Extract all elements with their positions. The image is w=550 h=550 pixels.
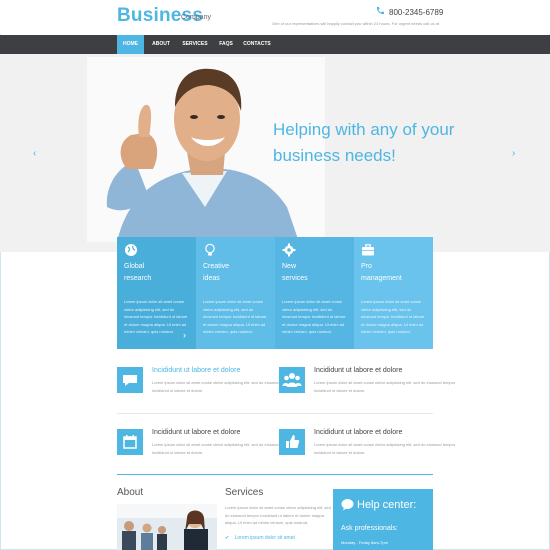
- feature-title-line2: ideas: [203, 275, 220, 282]
- feature-text: Lorem ipsum dolor sit amet conse ctetur …: [203, 299, 267, 335]
- help-center-box[interactable]: Help center: Ask professionals: Monday -…: [333, 489, 433, 550]
- globe-icon: [125, 244, 137, 256]
- chevron-left-icon[interactable]: ‹: [33, 148, 36, 159]
- phone-number: 800-2345-6789: [389, 8, 444, 17]
- logo-subtitle: Company: [181, 14, 211, 21]
- feature-text: Lorem ipsum dolor sit amet conse ctetur …: [282, 299, 346, 335]
- feature-box-pro-management[interactable]: Pro management Lorem ipsum dolor sit amet…: [354, 237, 433, 349]
- services-link[interactable]: ✔ Lorem ipsum dolor sit amet: [225, 535, 295, 541]
- briefcase-icon: [362, 244, 374, 256]
- help-center-hours: Monday - Friday 8am-7pm: [341, 540, 388, 545]
- feature-title: Pro management: [361, 261, 402, 285]
- feature-title: Global research: [124, 261, 151, 285]
- nav-item-contacts[interactable]: CONTACTS: [240, 35, 274, 54]
- feature-title-line1: Creative: [203, 263, 230, 270]
- feature-title: New services: [282, 261, 308, 285]
- info-item-text: Lorem ipsum dolor sit amet conse ctetur …: [314, 380, 456, 393]
- about-heading: About: [117, 487, 144, 498]
- main-nav: HOME ABOUT SERVICES FAQS CONTACTS: [0, 35, 550, 54]
- chevron-right-icon[interactable]: ›: [183, 330, 186, 340]
- thumbs-up-icon: [279, 429, 305, 455]
- services-link-label: Lorem ipsum dolor sit amet: [234, 535, 295, 541]
- feature-text: Lorem ipsum dolor sit amet conse ctetur …: [361, 299, 425, 335]
- hero-title-line1: Helping with any of your: [273, 120, 455, 139]
- info-item-title[interactable]: Incididunt ut labore et dolore: [314, 367, 402, 374]
- section-divider: [117, 474, 433, 475]
- chevron-right-icon[interactable]: ›: [512, 148, 515, 159]
- nav-item-about[interactable]: ABOUT: [146, 35, 176, 54]
- info-item-title[interactable]: Incididunt ut labore et dolore: [152, 367, 240, 374]
- calendar-icon: [117, 429, 143, 455]
- feature-box-creative-ideas[interactable]: Creative ideas Lorem ipsum dolor sit amet…: [196, 237, 275, 349]
- services-heading: Services: [225, 487, 264, 498]
- feature-text: Lorem ipsum dolor sit amet conse ctetur …: [124, 299, 188, 335]
- users-icon: [279, 367, 305, 393]
- info-item-text: Lorem ipsum dolor sit amet conse ctetur …: [314, 442, 456, 455]
- lightbulb-icon: [205, 243, 215, 256]
- divider: [117, 413, 433, 414]
- hero-title: Helping with any of your business needs!: [273, 117, 463, 169]
- feature-title-line1: Global: [124, 263, 145, 270]
- feature-title-line2: research: [124, 275, 152, 282]
- help-center-subtitle: Ask professionals:: [341, 525, 398, 532]
- gear-icon: [282, 243, 296, 257]
- check-icon: ✔: [225, 535, 230, 541]
- feature-title-line2: management: [361, 275, 402, 282]
- feature-box-new-services[interactable]: New services Lorem ipsum dolor sit amet c…: [275, 237, 354, 349]
- phone-icon: [376, 7, 384, 15]
- services-text: Lorem ipsum dolor sit amet conse ctetur …: [225, 505, 331, 525]
- info-item-title[interactable]: Incididunt ut labore et dolore: [314, 429, 402, 436]
- hero-slider: Helping with any of your business needs!…: [0, 54, 550, 252]
- feature-box-global-research[interactable]: Global research Lorem ipsum dolor sit ame…: [117, 237, 196, 349]
- info-item-title[interactable]: Incididunt ut labore et dolore: [152, 429, 240, 436]
- about-image: [117, 504, 217, 550]
- nav-item-home[interactable]: HOME: [117, 35, 144, 54]
- chat-bubble-icon: [341, 499, 354, 511]
- help-center-title: Help center:: [357, 499, 417, 511]
- feature-title-line2: services: [282, 275, 308, 282]
- site-header: Business Company 800-2345-6789 One of ou…: [0, 0, 550, 34]
- feature-title-line1: New: [282, 263, 297, 270]
- nav-item-services[interactable]: SERVICES: [178, 35, 212, 54]
- nav-item-faqs[interactable]: FAQS: [213, 35, 239, 54]
- hero-title-line2: business needs!: [273, 146, 396, 165]
- feature-title: Creative ideas: [203, 261, 229, 285]
- feature-title-line1: Pro: [361, 263, 372, 270]
- chat-icon: [117, 367, 143, 393]
- header-tagline: One of our representatives will happily …: [272, 21, 439, 26]
